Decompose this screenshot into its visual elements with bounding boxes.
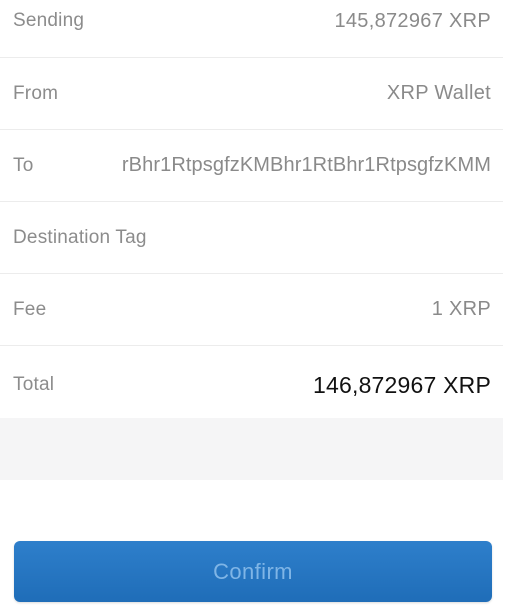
- sending-label: Sending: [13, 10, 85, 31]
- destination-tag-label: Destination Tag: [13, 226, 147, 248]
- fee-label: Fee: [13, 298, 47, 320]
- to-label: To: [13, 154, 34, 176]
- to-address: rBhr1RtpsgfzKMBhr1RtBhr1RtpsgfzKMM: [121, 154, 491, 176]
- from-row: From XRP Wallet: [0, 58, 507, 130]
- to-row: To rBhr1RtpsgfzKMBhr1RtBhr1RtpsgfzKMM: [0, 130, 507, 202]
- section-divider: [0, 418, 503, 480]
- destination-tag-row[interactable]: Destination Tag: [0, 202, 507, 274]
- fee-amount: 1 XRP: [431, 298, 491, 320]
- total-label: Total: [13, 374, 55, 395]
- transaction-details: Sending 145,872967 XRP From XRP Wallet T…: [0, 0, 507, 424]
- fee-row: Fee 1 XRP: [0, 274, 507, 346]
- from-label: From: [13, 82, 59, 104]
- total-row: Total 146,872967 XRP: [0, 346, 507, 424]
- from-wallet: XRP Wallet: [386, 82, 491, 104]
- screen-edge: [503, 0, 507, 606]
- total-amount: 146,872967 XRP: [313, 371, 491, 398]
- sending-row: Sending 145,872967 XRP: [0, 0, 507, 58]
- confirm-button[interactable]: Confirm: [14, 541, 492, 602]
- sending-amount: 145,872967 XRP: [334, 10, 491, 32]
